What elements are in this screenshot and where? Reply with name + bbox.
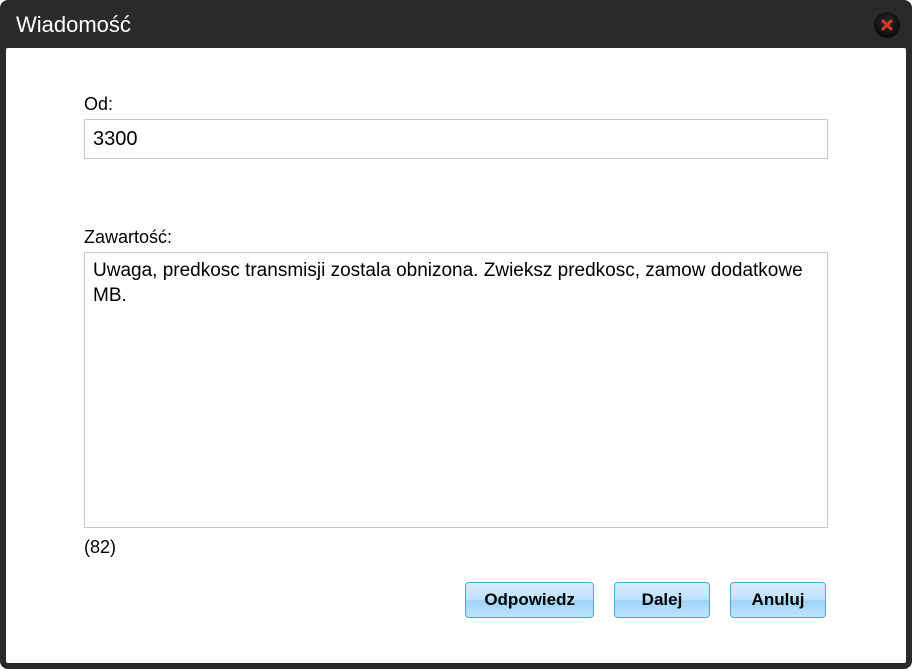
- dialog-body: Od: Zawartość: Uwaga, predkosc transmisj…: [6, 48, 906, 663]
- char-counter: (82): [84, 537, 828, 558]
- close-icon: [880, 18, 894, 32]
- from-label: Od:: [84, 94, 828, 115]
- content-label: Zawartość:: [84, 227, 828, 248]
- cancel-button[interactable]: Anuluj: [730, 582, 826, 618]
- reply-button[interactable]: Odpowiedz: [465, 582, 594, 618]
- next-button[interactable]: Dalej: [614, 582, 710, 618]
- content-textarea[interactable]: Uwaga, predkosc transmisji zostala obniz…: [84, 252, 828, 528]
- dialog-title: Wiadomość: [16, 12, 131, 38]
- dialog-titlebar: Wiadomość: [6, 6, 906, 44]
- close-button[interactable]: [874, 12, 900, 38]
- button-row: Odpowiedz Dalej Anuluj: [84, 582, 828, 618]
- message-dialog: Wiadomość Od: Zawartość: Uwaga, predkosc…: [0, 0, 912, 669]
- from-input[interactable]: [84, 119, 828, 159]
